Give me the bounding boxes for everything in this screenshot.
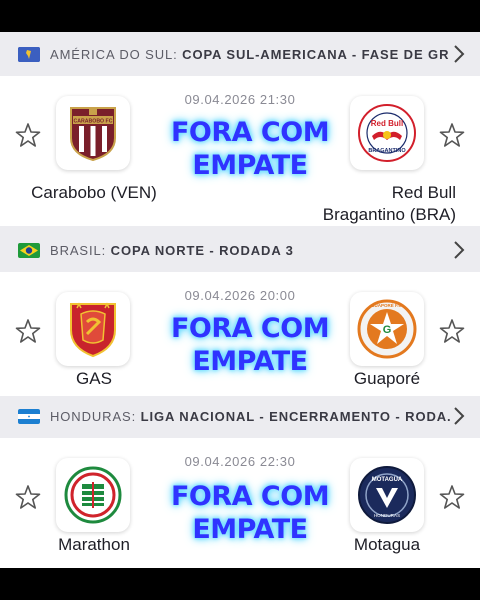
marathon-logo[interactable] (56, 458, 130, 532)
carabobo-crest-icon: CARABOBO FC (70, 107, 116, 162)
favorite-star-icon[interactable] (15, 484, 41, 510)
overlay-caption: FORA COM EMPATE (140, 115, 360, 183)
chevron-right-icon[interactable] (452, 406, 466, 426)
carabobo-logo-text: CARABOBO FC (74, 119, 113, 125)
league-country: BRASIL: (50, 242, 107, 258)
overlay-caption: FORA COM EMPATE (140, 479, 360, 547)
svg-text:G: G (383, 324, 392, 336)
bragantino-logo-text: BRAGANTINO (368, 148, 406, 154)
motagua-crest-icon: MOTAGUA HONDURAS (358, 466, 416, 524)
honduras-flag-icon (18, 408, 40, 424)
red-bull-bragantino-logo[interactable]: Red Bull BRAGANTINO (350, 96, 424, 170)
overlay-caption-line2: EMPATE (190, 512, 310, 547)
guapore-logo[interactable]: G GUAPORÉ F.C. (350, 292, 424, 366)
away-team-name[interactable]: Red Bull Bragantino (BRA) (300, 182, 478, 226)
gas-logo[interactable] (56, 292, 130, 366)
league-title: HONDURAS: LIGA NACIONAL - ENCERRAMENTO -… (50, 409, 450, 424)
south-america-flag-icon (18, 46, 40, 62)
guapore-logo-text: GUAPORÉ F.C. (371, 301, 403, 308)
chevron-right-icon[interactable] (452, 44, 466, 64)
league-header-south-america[interactable]: AMÉRICA DO SUL: COPA SUL-AMERICANA - FAS… (0, 34, 480, 74)
match-card[interactable]: 09.04.2026 21:30 CARABOBO FC Red Bull BR… (0, 76, 480, 226)
league-header-brasil[interactable]: BRASIL: COPA NORTE - RODADA 3 (0, 230, 480, 270)
favorite-star-icon[interactable] (439, 122, 465, 148)
motagua-logo[interactable]: MOTAGUA HONDURAS (350, 458, 424, 532)
league-country: HONDURAS: (50, 408, 137, 424)
overlay-caption-line1: FORA COM (169, 479, 332, 514)
brazil-flag-icon (18, 242, 40, 258)
red-bull-crest-icon: Red Bull BRAGANTINO (358, 104, 416, 162)
carabobo-logo[interactable]: CARABOBO FC (56, 96, 130, 170)
league-title: AMÉRICA DO SUL: COPA SUL-AMERICANA - FAS… (50, 47, 450, 62)
motagua-logo-text: MOTAGUA (372, 477, 403, 483)
favorite-star-icon[interactable] (15, 122, 41, 148)
honduras-logo-text: HONDURAS (374, 513, 400, 518)
favorite-star-icon[interactable] (439, 318, 465, 344)
red-bull-logo-text: Red Bull (371, 119, 403, 128)
away-team-name-line2: Bragantino (BRA) (322, 205, 456, 224)
chevron-right-icon[interactable] (452, 240, 466, 260)
league-header-honduras[interactable]: HONDURAS: LIGA NACIONAL - ENCERRAMENTO -… (0, 396, 480, 436)
favorite-star-icon[interactable] (439, 484, 465, 510)
match-card[interactable]: 09.04.2026 20:00 G GUAPORÉ F.C. GAS Guap… (0, 272, 480, 396)
match-list-screen: AMÉRICA DO SUL: COPA SUL-AMERICANA - FAS… (0, 32, 480, 568)
overlay-caption-line2: EMPATE (190, 344, 310, 379)
away-team-name-line1: Red Bull (391, 183, 456, 202)
marathon-crest-icon (64, 466, 122, 524)
favorite-star-icon[interactable] (15, 318, 41, 344)
home-team-name[interactable]: Carabobo (VEN) (0, 182, 188, 204)
league-competition: COPA NORTE - RODADA 3 (110, 242, 294, 258)
gas-crest-icon (70, 302, 116, 358)
match-card[interactable]: 09.04.2026 22:30 MOTAGUA HONDURAS Marath… (0, 438, 480, 568)
overlay-caption-line1: FORA COM (169, 311, 332, 346)
overlay-caption-line2: EMPATE (190, 148, 310, 183)
guapore-crest-icon: G GUAPORÉ F.C. (357, 299, 417, 359)
overlay-caption-line1: FORA COM (169, 115, 332, 150)
league-competition: COPA SUL-AMERICANA - FASE DE GR... (182, 46, 450, 62)
league-competition: LIGA NACIONAL - ENCERRAMENTO - RODA... (140, 408, 450, 424)
overlay-caption: FORA COM EMPATE (140, 311, 360, 379)
league-title: BRASIL: COPA NORTE - RODADA 3 (50, 243, 450, 258)
league-country: AMÉRICA DO SUL: (50, 46, 178, 62)
